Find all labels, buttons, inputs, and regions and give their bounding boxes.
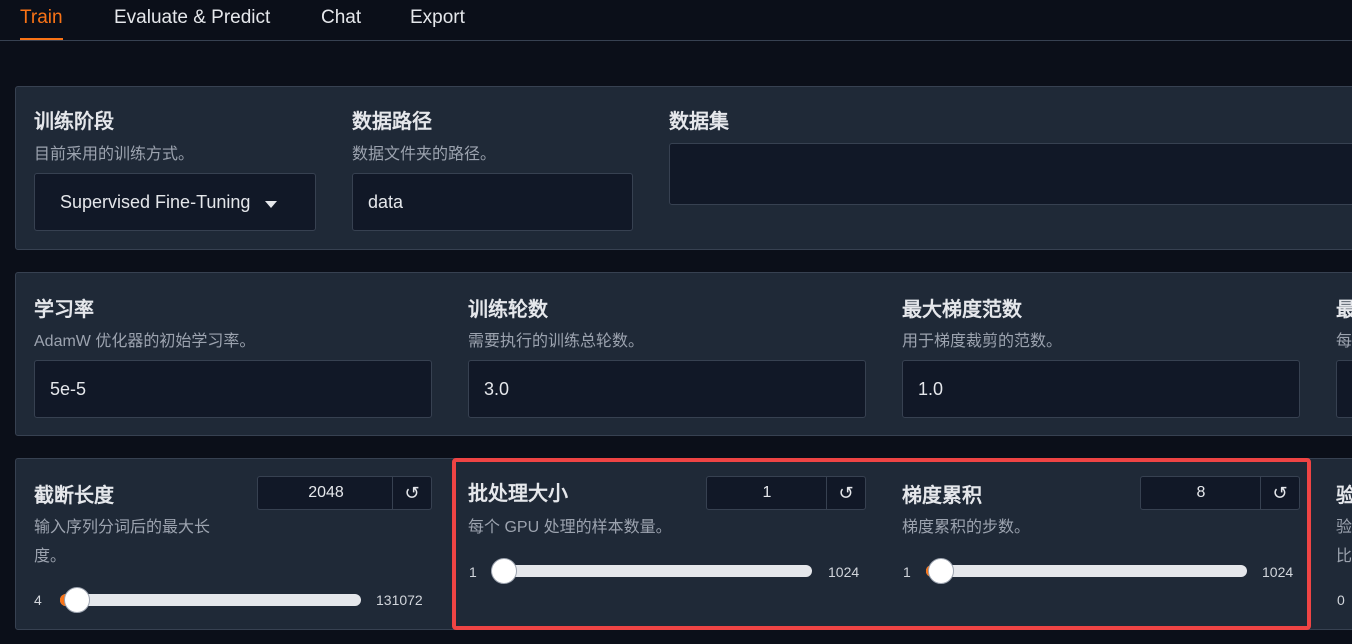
learning-rate-title: 学习率 (34, 299, 94, 321)
cut-field-title-row3: 验 (1336, 485, 1352, 507)
stage-info: 目前采用的训练方式。 (34, 146, 195, 163)
row-stage-data-panel: 训练阶段 目前采用的训练方式。 Supervised Fine-Tuning 数… (15, 86, 1352, 250)
cut-field-min: 0 (1337, 592, 1345, 608)
data-path-title: 数据路径 (352, 111, 432, 133)
epochs-title: 训练轮数 (468, 299, 548, 321)
cutoff-len-max: 131072 (376, 592, 423, 608)
batch-size-title: 批处理大小 (468, 483, 568, 505)
batch-size-number-input[interactable]: 1 ↺ (706, 476, 866, 510)
stage-value: Supervised Fine-Tuning (60, 192, 251, 212)
cut-field-info-row3-line1: 验 (1336, 519, 1352, 536)
cutoff-len-info-line1: 输入序列分词后的最大长 (34, 519, 211, 536)
data-path-input[interactable]: data (352, 173, 633, 231)
cutoff-len-title: 截断长度 (34, 485, 114, 507)
cut-field-info: 每 (1336, 333, 1352, 350)
dataset-select[interactable] (669, 143, 1352, 205)
row-batch-panel: 截断长度 输入序列分词后的最大长 度。 2048 ↺ 4 131072 批处理大… (15, 458, 1352, 630)
grad-accum-max: 1024 (1262, 564, 1294, 580)
max-grad-norm-title: 最大梯度范数 (902, 299, 1022, 321)
cutoff-len-slider-thumb[interactable] (64, 587, 91, 613)
grad-accum-slider-track[interactable] (926, 558, 1247, 584)
cut-field-info-row3-line2: 比 (1336, 548, 1352, 565)
stage-title: 训练阶段 (34, 111, 114, 133)
grad-accum-value: 8 (1196, 484, 1206, 501)
grad-accum-number-input[interactable]: 8 ↺ (1140, 476, 1300, 510)
learning-rate-input[interactable]: 5e-5 (34, 360, 432, 418)
batch-size-min: 1 (469, 564, 477, 580)
grad-accum-info: 梯度累积的步数。 (902, 519, 1031, 536)
learning-rate-info: AdamW 优化器的初始学习率。 (34, 333, 256, 350)
grad-accum-title: 梯度累积 (902, 485, 982, 507)
cutoff-len-min: 4 (34, 592, 42, 608)
cutoff-len-value: 2048 (308, 484, 344, 501)
batch-size-slider-track[interactable] (491, 558, 812, 584)
cutoff-len-number-input[interactable]: 2048 ↺ (257, 476, 432, 510)
epochs-input[interactable]: 3.0 (468, 360, 866, 418)
cutoff-len-slider-track[interactable] (60, 587, 361, 613)
stage-dropdown[interactable]: Supervised Fine-Tuning (34, 173, 316, 231)
row-optimizer-panel: 学习率 AdamW 优化器的初始学习率。 5e-5 训练轮数 需要执行的训练总轮… (15, 272, 1352, 436)
grad-accum-min: 1 (903, 564, 911, 580)
batch-size-slider-thumb[interactable] (491, 558, 517, 584)
max-grad-norm-info: 用于梯度裁剪的范数。 (902, 333, 1063, 350)
cutoff-len-info-line2: 度。 (34, 548, 67, 565)
tab-chat[interactable]: Chat (321, 0, 361, 40)
max-grad-norm-input[interactable]: 1.0 (902, 360, 1300, 418)
tab-export[interactable]: Export (410, 0, 465, 40)
tab-evaluate-predict[interactable]: Evaluate & Predict (114, 0, 270, 40)
reset-icon[interactable]: ↺ (826, 477, 865, 509)
batch-size-info: 每个 GPU 处理的样本数量。 (468, 519, 672, 536)
dropdown-caret-icon (265, 201, 277, 208)
data-path-info: 数据文件夹的路径。 (352, 146, 497, 163)
cut-field-input[interactable] (1336, 360, 1352, 418)
tab-train[interactable]: Train (20, 0, 63, 40)
batch-size-max: 1024 (828, 564, 860, 580)
reset-icon[interactable]: ↺ (1260, 477, 1299, 509)
reset-icon[interactable]: ↺ (392, 477, 431, 509)
cut-field-title: 最 (1336, 299, 1352, 321)
dataset-title: 数据集 (669, 111, 729, 133)
grad-accum-slider-thumb[interactable] (928, 558, 955, 584)
tab-bar: Train Evaluate & Predict Chat Export (0, 0, 1352, 41)
batch-size-value: 1 (762, 484, 772, 501)
epochs-info: 需要执行的训练总轮数。 (468, 333, 645, 350)
